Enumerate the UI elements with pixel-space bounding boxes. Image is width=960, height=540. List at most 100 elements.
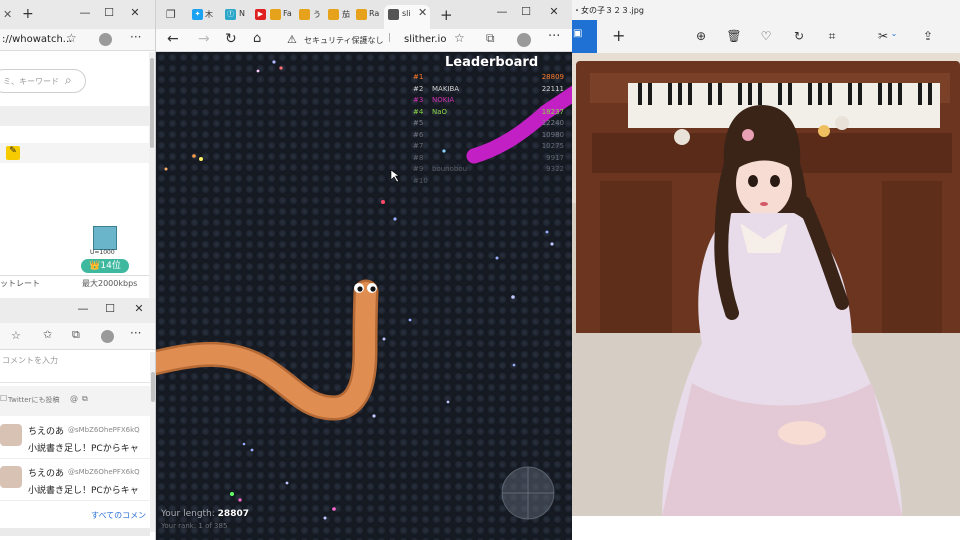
minimize-button[interactable]: — <box>77 6 93 19</box>
favorite-star-icon[interactable]: ☆ <box>66 31 77 45</box>
length-value: 28807 <box>217 509 249 519</box>
youtube-icon[interactable]: ▶ <box>255 9 266 20</box>
profile-avatar[interactable] <box>517 33 531 47</box>
tab-close-icon[interactable]: ✕ <box>418 6 427 19</box>
new-tab-button[interactable]: + <box>22 6 34 22</box>
collections-icon[interactable]: ⧉ <box>486 31 495 46</box>
gallery-button[interactable]: ▣ <box>572 20 597 53</box>
length-readout: Your length: 28807 <box>161 509 249 519</box>
rotate-icon[interactable]: ↻ <box>791 29 807 43</box>
maximize-button[interactable]: ☐ <box>102 302 118 315</box>
profile-avatar[interactable] <box>99 33 112 46</box>
close-button[interactable]: ✕ <box>127 6 143 19</box>
edit-pencil-icon[interactable]: ✎ <box>6 146 20 160</box>
food-pellet <box>511 295 515 299</box>
left-page-content: ミ、キーワード ⌕ ✎ U=1000 👑14位 ットレート 最大2000kbps <box>0 52 150 298</box>
share-icon[interactable]: ⇪ <box>920 29 936 43</box>
all-comments-link[interactable]: すべてのコメン <box>91 510 146 521</box>
twitter-post-label: Twitterにも投稿 <box>8 396 60 404</box>
chevron-down-icon[interactable]: ⌄ <box>886 29 902 38</box>
security-status[interactable]: セキュリティ保護なし <box>304 35 384 46</box>
favorite-star-icon[interactable]: ☆ <box>11 329 21 342</box>
close-button[interactable]: ✕ <box>546 5 562 18</box>
horizontal-scrollbar[interactable] <box>0 528 150 536</box>
comment-author: ちえのあ <box>28 469 65 479</box>
minimize-button[interactable]: — <box>494 5 510 18</box>
stat-row: ットレート 最大2000kbps <box>0 275 150 289</box>
food-pellet <box>323 516 327 520</box>
edit-row[interactable]: ✎ <box>0 143 150 163</box>
food-pellet <box>285 481 289 485</box>
menu-row[interactable] <box>0 106 150 126</box>
url-text[interactable]: slither.io <box>404 34 446 45</box>
mouse-cursor-icon <box>390 169 400 183</box>
close-button[interactable]: ✕ <box>131 302 147 315</box>
folder-icon[interactable] <box>328 9 339 20</box>
twitter-icon[interactable]: ✦ <box>192 9 203 20</box>
snake-pupil <box>357 286 363 292</box>
comment-item: ちえのあ @sMbZ6OhePFX6kQ 小説書き足し！PCからキャ <box>0 419 150 459</box>
home-icon[interactable]: ⌂ <box>253 31 261 46</box>
more-menu-icon[interactable]: ··· <box>130 326 141 340</box>
zoom-in-icon[interactable]: ⊕ <box>693 29 709 43</box>
tab-label[interactable]: N <box>239 9 245 18</box>
tab-label[interactable]: う <box>313 9 321 20</box>
favorite-star-icon[interactable]: ☆ <box>454 31 465 45</box>
tab-close-icon[interactable]: ✕ <box>3 8 12 21</box>
search-icon[interactable]: ⌕ <box>65 73 72 88</box>
food-pellet <box>512 363 516 367</box>
comment-input[interactable]: コメントを入力 <box>0 351 150 383</box>
photo-image <box>572 53 960 516</box>
comment-window-titlebar: — ☐ ✕ <box>0 298 155 323</box>
leaderboard-score: 28809 <box>541 73 564 81</box>
favorite-icon[interactable]: ♡ <box>758 29 774 43</box>
game-layer <box>156 60 572 520</box>
player-snake <box>156 282 376 419</box>
stat-value: 最大2000kbps <box>82 279 138 288</box>
folder-icon[interactable] <box>356 9 367 20</box>
food-pellet <box>164 167 168 171</box>
maximize-button[interactable]: ☐ <box>101 6 117 19</box>
tab-label[interactable]: Fa <box>283 9 292 18</box>
copy-icon[interactable]: ⧉ <box>82 394 88 404</box>
address-text[interactable]: ://whowatch... <box>2 34 72 45</box>
piano-knob <box>835 116 849 130</box>
search-input[interactable]: ミ、キーワード ⌕ <box>0 69 86 93</box>
photo-status-area <box>572 516 960 540</box>
comment-author: ちえのあ <box>28 427 65 437</box>
photo-viewer-window: ・女の子３２３.jpg ▣ + ⊕ 🗑 ♡ ↻ ⌗ ✂ ⌄ ⇪ <box>572 0 960 540</box>
add-button[interactable]: + <box>612 26 625 45</box>
minimize-button[interactable]: — <box>75 302 91 315</box>
crop-icon[interactable]: ⌗ <box>824 29 840 44</box>
tab-label[interactable]: Ra <box>369 9 379 18</box>
refresh-icon[interactable]: ↻ <box>225 31 237 47</box>
more-menu-icon[interactable]: ··· <box>548 29 560 44</box>
food-pellet <box>199 157 203 161</box>
game-canvas[interactable]: Leaderboard #1 28809 #2 MAKIBA 22111 #3 NOKIA #… <box>156 52 572 540</box>
favorites-icon[interactable]: ✩ <box>43 328 52 341</box>
length-label: Your length: <box>161 509 215 519</box>
game-browser-window: ❐ ✦ 木 ⓕ N ▶ Fa う 茄 Ra sli ✕ + — ☐ ✕ ← → … <box>156 0 572 540</box>
scrollbar[interactable] <box>149 52 155 298</box>
leaderboard-rank: #2 <box>413 84 424 93</box>
scrollbar-thumb[interactable] <box>150 58 154 148</box>
folder-icon[interactable] <box>270 9 281 20</box>
leaderboard-score: 9917 <box>546 153 564 162</box>
maximize-button[interactable]: ☐ <box>518 5 534 18</box>
more-menu-icon[interactable]: ··· <box>130 30 141 44</box>
folder-icon[interactable] <box>299 9 310 20</box>
profile-avatar[interactable] <box>101 330 114 343</box>
scrollbar-thumb[interactable] <box>151 372 155 402</box>
tab-actions-icon[interactable]: ❐ <box>166 8 176 21</box>
collections-icon[interactable]: ⧉ <box>72 328 80 342</box>
stat-label: ットレート <box>0 279 40 288</box>
new-tab-button[interactable]: + <box>440 6 453 24</box>
tab-label[interactable]: 木 <box>205 9 213 20</box>
active-tab[interactable]: sli ✕ <box>384 5 430 29</box>
twitter-checkbox[interactable]: ☐ <box>0 394 7 403</box>
back-icon[interactable]: ← <box>167 31 179 47</box>
delete-icon[interactable]: 🗑 <box>726 29 742 43</box>
tab-favicon-icon[interactable]: ⓕ <box>225 9 236 20</box>
forward-icon[interactable]: → <box>198 31 210 47</box>
tab-label[interactable]: 茄 <box>342 9 350 20</box>
